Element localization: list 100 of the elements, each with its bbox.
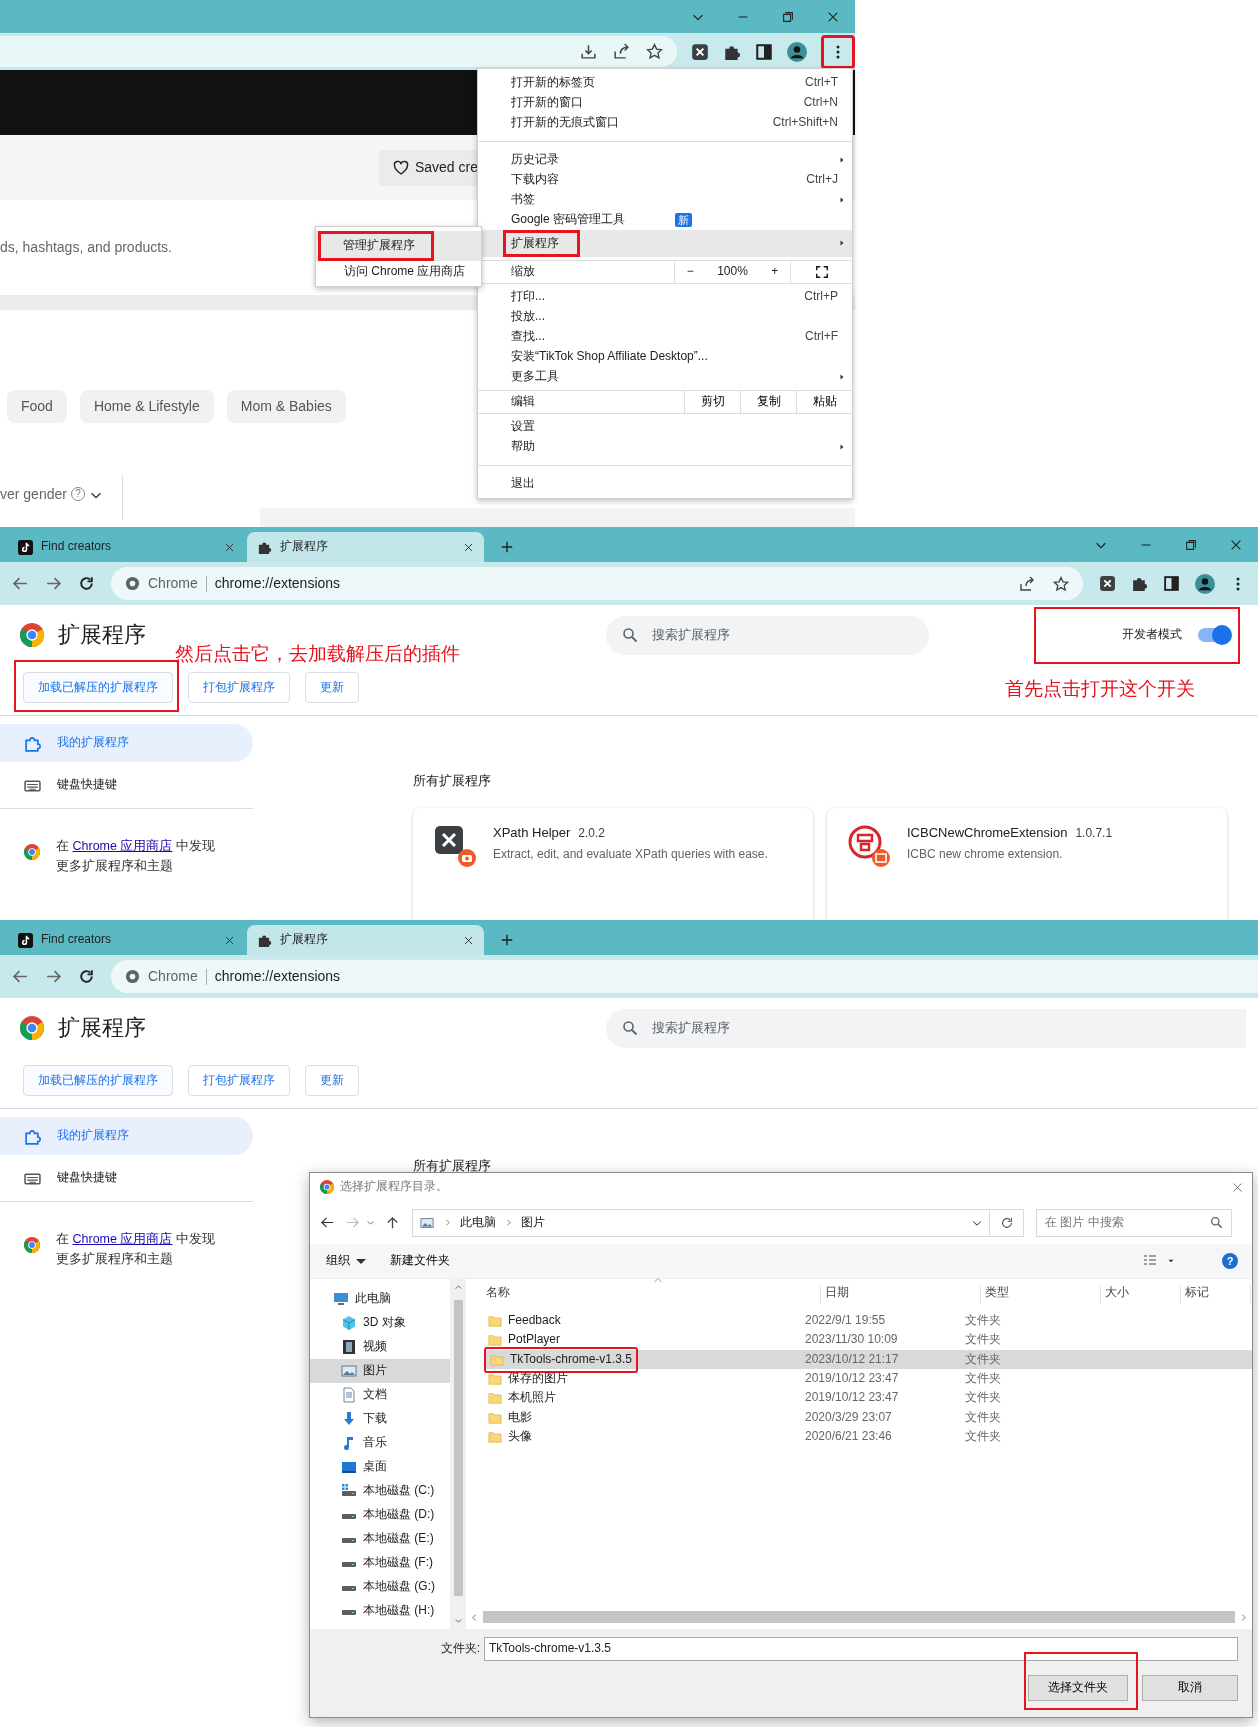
up-icon[interactable] [385,1215,400,1230]
column-header[interactable]: 日期 [821,1285,981,1304]
browser-tab[interactable]: Find creators [8,532,245,562]
share-icon[interactable] [1019,575,1035,592]
tree-item[interactable]: 图片 [310,1359,450,1383]
menu-item[interactable]: 查找... Ctrl+F [478,327,852,347]
tree-item[interactable]: 本地磁盘 (C:) [310,1479,450,1503]
action-button[interactable]: 打包扩展程序 [188,1065,290,1096]
avatar-icon[interactable] [787,41,807,62]
refresh-button[interactable] [990,1208,1024,1237]
address-bar[interactable]: Chrome chrome://extensions [111,567,1083,600]
tree-item[interactable]: 本地磁盘 (F:) [310,1551,450,1575]
sidebar-item[interactable]: 我的扩展程序 [0,724,253,762]
store-link[interactable]: Chrome 应用商店 [72,839,173,853]
side-panel-icon[interactable] [1163,575,1180,592]
restore-icon[interactable] [1183,537,1198,552]
submenu-item[interactable]: 管理扩展程序 [316,231,481,261]
tree-item[interactable]: 本地磁盘 (D:) [310,1503,450,1527]
menu-item[interactable]: 退出 [478,474,852,494]
sidebar-item[interactable]: 键盘快捷键 [0,1159,253,1197]
puzzle-icon[interactable] [1131,575,1148,592]
file-row[interactable]: 保存的图片 2019/10/12 23:47 文件夹 [484,1369,1252,1389]
tree-item[interactable]: 音乐 [310,1431,450,1455]
tree-item[interactable]: 文档 [310,1383,450,1407]
download-icon[interactable] [580,43,597,60]
forward-icon[interactable] [45,575,62,592]
tree-item[interactable]: 下载 [310,1407,450,1431]
x-square-icon[interactable] [1099,575,1116,592]
menu-item[interactable]: 打开新的无痕式窗口 Ctrl+Shift+N [478,113,852,133]
close-icon[interactable] [224,934,235,946]
dialog-button[interactable]: 取消 [1142,1675,1238,1701]
tree-item[interactable]: 本地磁盘 (E:) [310,1527,450,1551]
browser-tab[interactable]: 扩展程序 [247,532,484,562]
file-row[interactable]: 本机照片 2019/10/12 23:47 文件夹 [484,1388,1252,1408]
side-panel-icon[interactable] [755,42,773,61]
toolbar-button[interactable]: 组织 [326,1253,366,1269]
x-square-icon[interactable] [691,42,709,61]
menu-item[interactable]: 设置 [478,417,852,437]
menu-item[interactable]: 更多工具 [478,367,852,387]
category-chip[interactable]: Mom & Babies [226,390,346,423]
share-icon[interactable] [613,43,630,60]
tree-item[interactable]: 桌面 [310,1455,450,1479]
submenu-item[interactable]: 访问 Chrome 应用商店 [316,261,481,282]
caret-icon[interactable] [366,1218,375,1227]
tree-item[interactable]: 此电脑 [310,1287,450,1311]
scrollbar[interactable] [450,1279,466,1629]
zoom-in-control[interactable]: + [771,264,779,280]
menu-item[interactable]: 打印... Ctrl+P [478,287,852,307]
sidebar-item[interactable]: 我的扩展程序 [0,1117,253,1155]
dialog-button[interactable]: 选择文件夹 [1028,1675,1128,1701]
file-row[interactable]: 头像 2020/6/21 23:46 文件夹 [484,1427,1252,1447]
reload-icon[interactable] [78,968,95,985]
search-field[interactable]: 在 图片 中搜索 [1036,1208,1232,1237]
edit-action[interactable]: 剪切 [684,391,740,413]
menu-item[interactable]: Google 密码管理工具 新 [478,210,852,230]
menu-item[interactable]: 下载内容 Ctrl+J [478,170,852,190]
action-button[interactable]: 更新 [305,672,359,703]
path-segment[interactable]: 此电脑 [460,1214,496,1231]
address-bar[interactable]: Chrome chrome://extensions [111,960,1258,993]
fullscreen-icon[interactable] [814,265,829,279]
search-field[interactable]: 搜索扩展程序 [606,615,929,655]
menu-item[interactable]: 历史记录 [478,150,852,170]
saved-button[interactable]: Saved cre [378,149,478,186]
category-chip[interactable]: Home & Lifestyle [79,390,214,423]
search-field[interactable]: 搜索扩展程序 [606,1008,1246,1048]
menu-item[interactable]: 投放... [478,307,852,327]
tree-item[interactable]: 本地磁盘 (H:) [310,1599,450,1623]
category-chip[interactable]: Food [7,390,67,423]
close-icon[interactable] [463,541,474,553]
tree-item[interactable]: 本地磁盘 (G:) [310,1575,450,1599]
help-button[interactable]: ? [1222,1253,1238,1269]
edit-action[interactable]: 复制 [740,391,796,413]
tree-item[interactable]: 3D 对象 [310,1311,450,1335]
restore-icon[interactable] [780,9,795,24]
sidebar-item[interactable]: 键盘快捷键 [0,766,253,804]
filter-label[interactable]: ver gender [0,485,67,504]
tree-item[interactable]: 视频 [310,1335,450,1359]
menu-item[interactable]: 帮助 [478,437,852,457]
file-row[interactable]: PotPlayer 2023/11/30 10:09 文件夹 [484,1330,1252,1350]
new-tab-icon[interactable] [500,540,514,554]
new-tab-icon[interactable] [500,933,514,947]
back-icon[interactable] [320,1215,335,1230]
column-header[interactable]: 标记 [1181,1285,1251,1304]
browser-tab[interactable]: 扩展程序 [247,925,484,955]
file-row[interactable]: 电影 2020/3/29 23:07 文件夹 [484,1407,1252,1428]
browser-tab[interactable]: Find creators [8,925,245,955]
action-button[interactable]: 加载已解压的扩展程序 [23,1065,173,1096]
menu-item[interactable]: 打开新的窗口 Ctrl+N [478,93,852,113]
column-header[interactable]: 类型 [981,1285,1101,1304]
action-button[interactable]: 加载已解压的扩展程序 [23,672,173,703]
menu-item[interactable]: 安装“TikTok Shop Affiliate Desktop”... [478,347,852,367]
forward-icon[interactable] [45,968,62,985]
column-header[interactable]: 大小 [1101,1285,1181,1304]
file-row[interactable]: Feedback 2022/9/1 19:55 文件夹 [484,1311,1252,1331]
avatar-icon[interactable] [1195,573,1215,594]
menu-item[interactable]: 书签 [478,190,852,210]
action-button[interactable]: 更新 [305,1065,359,1096]
file-row[interactable]: TkTools-chrome-v1.3.5 2023/10/12 21:17 文件夹 [484,1349,1252,1370]
folder-input[interactable]: TkTools-chrome-v1.3.5 [484,1637,1238,1661]
action-button[interactable]: 打包扩展程序 [188,672,290,703]
